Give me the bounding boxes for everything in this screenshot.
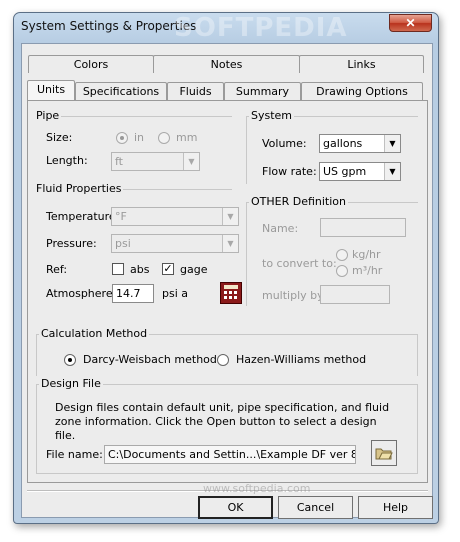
temperature-select[interactable]: °F ▼ xyxy=(111,207,239,226)
calc-group-title: Calculation Method xyxy=(39,327,150,340)
radio-dot xyxy=(120,136,124,140)
multiply-by-label: multiply by: xyxy=(262,289,327,302)
ok-label: OK xyxy=(227,501,244,514)
tab-label: Summary xyxy=(235,85,290,98)
cancel-label: Cancel xyxy=(296,501,335,514)
tab-links[interactable]: Links xyxy=(299,55,424,73)
tab-fluids[interactable]: Fluids xyxy=(167,82,224,100)
chevron-down-icon: ▼ xyxy=(222,235,238,252)
ref-abs-label: abs xyxy=(130,263,150,276)
tab-summary[interactable]: Summary xyxy=(224,82,301,100)
softpedia-watermark: SOFTPEDIA xyxy=(174,13,348,43)
convert-kghr-label: kg/hr xyxy=(352,248,381,261)
size-in-label: in xyxy=(134,131,145,144)
chevron-down-icon: ▼ xyxy=(384,163,400,180)
convert-kghr-radio[interactable] xyxy=(336,249,348,261)
pressure-select[interactable]: psi ▼ xyxy=(111,234,239,253)
calculator-icon[interactable] xyxy=(220,282,242,304)
atmosphere-label: Atmosphere: xyxy=(46,287,117,300)
atmosphere-input[interactable]: 14.7 xyxy=(112,284,154,303)
window-title: System Settings & Properties xyxy=(21,19,197,33)
file-name-label: File name: xyxy=(46,448,103,461)
other-name-label: Name: xyxy=(262,222,299,235)
length-value: ft xyxy=(115,155,123,168)
multiply-by-input[interactable] xyxy=(320,285,390,304)
size-mm-radio[interactable] xyxy=(158,132,170,144)
system-group-title: System xyxy=(249,109,295,122)
tab-label: Links xyxy=(347,58,376,71)
length-select[interactable]: ft ▼ xyxy=(111,152,200,171)
tab-label: Units xyxy=(36,83,66,96)
size-in-radio[interactable] xyxy=(116,132,128,144)
tab-label: Drawing Options xyxy=(316,85,408,98)
ref-abs-checkbox[interactable] xyxy=(112,263,124,275)
pressure-label: Pressure: xyxy=(46,237,97,250)
other-name-input[interactable] xyxy=(320,218,406,237)
design-file-description: Design files contain default unit, pipe … xyxy=(55,401,390,442)
tab-colors[interactable]: Colors xyxy=(28,55,154,73)
help-label: Help xyxy=(382,501,409,514)
flow-rate-label: Flow rate: xyxy=(262,165,317,178)
tab-specifications[interactable]: Specifications xyxy=(75,82,167,100)
open-design-file-button[interactable] xyxy=(371,440,397,466)
tab-label: Specifications xyxy=(82,85,160,98)
other-group-title: OTHER Definition xyxy=(249,195,349,208)
checkmark-icon: ✓ xyxy=(163,263,173,275)
size-label: Size: xyxy=(46,131,73,144)
ref-gage-checkbox[interactable]: ✓ xyxy=(162,263,174,275)
radio-dot xyxy=(68,358,72,362)
flow-rate-value: US gpm xyxy=(323,165,367,178)
design-group-title: Design File xyxy=(39,377,103,390)
close-button[interactable]: ✕ xyxy=(389,14,432,32)
size-mm-label: mm xyxy=(176,131,198,144)
convert-m3hr-label: m³/hr xyxy=(352,264,383,277)
fluid-group-title: Fluid Properties xyxy=(34,182,124,195)
units-tab-panel: Pipe Size: in mm Length: ft ▼ Fluid Prop… xyxy=(27,100,428,495)
temperature-label: Temperature: xyxy=(46,210,120,223)
temperature-value: °F xyxy=(115,210,127,223)
volume-label: Volume: xyxy=(262,137,307,150)
convert-m3hr-radio[interactable] xyxy=(336,265,348,277)
atmosphere-unit: psi a xyxy=(162,287,189,300)
darcy-weisbach-label: Darcy-Weisbach method xyxy=(83,353,217,366)
atmosphere-value: 14.7 xyxy=(116,287,141,300)
tab-units[interactable]: Units xyxy=(27,80,75,100)
dialog-client-area: Colors Notes Links Units Specifications … xyxy=(21,43,433,519)
help-button[interactable]: Help xyxy=(358,496,433,519)
hazen-williams-label: Hazen-Williams method xyxy=(236,353,367,366)
tab-label: Colors xyxy=(73,58,109,71)
flow-rate-select[interactable]: US gpm ▼ xyxy=(319,162,401,181)
cancel-button[interactable]: Cancel xyxy=(278,496,353,519)
ref-label: Ref: xyxy=(46,263,68,276)
tab-label: Fluids xyxy=(179,85,212,98)
tab-notes[interactable]: Notes xyxy=(153,55,300,73)
ok-button[interactable]: OK xyxy=(198,496,273,519)
volume-select[interactable]: gallons ▼ xyxy=(319,134,401,153)
dialog-window: System Settings & Properties SOFTPEDIA ✕… xyxy=(13,12,439,524)
chevron-down-icon: ▼ xyxy=(222,208,238,225)
tab-label: Notes xyxy=(210,58,243,71)
chevron-down-icon: ▼ xyxy=(384,135,400,152)
softpedia-url-watermark: www.softpedia.com xyxy=(203,482,311,495)
file-name-value: C:\Documents and Settin...\Example DF ve… xyxy=(108,448,355,461)
pipe-group-title: Pipe xyxy=(34,109,62,122)
chevron-down-icon: ▼ xyxy=(183,153,199,170)
open-folder-icon xyxy=(375,448,393,460)
title-bar[interactable]: System Settings & Properties SOFTPEDIA ✕ xyxy=(14,13,438,43)
calculator-glyph xyxy=(224,285,238,299)
convert-to-label: to convert to: xyxy=(262,257,337,270)
hazen-williams-radio[interactable] xyxy=(217,354,229,366)
close-icon: ✕ xyxy=(405,16,416,30)
tab-drawing-options[interactable]: Drawing Options xyxy=(301,82,423,100)
darcy-weisbach-radio[interactable] xyxy=(64,354,76,366)
file-name-input[interactable]: C:\Documents and Settin...\Example DF ve… xyxy=(104,445,356,464)
ref-gage-label: gage xyxy=(180,263,208,276)
length-label: Length: xyxy=(46,154,88,167)
volume-value: gallons xyxy=(323,137,363,150)
pressure-value: psi xyxy=(115,237,131,250)
